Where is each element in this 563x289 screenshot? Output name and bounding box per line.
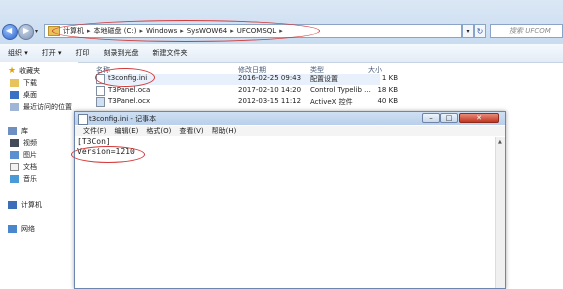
network-icon [8, 225, 17, 233]
new-folder-button[interactable]: 新建文件夹 [153, 48, 188, 58]
sidebar-label: 下载 [23, 79, 37, 87]
notepad-icon [78, 114, 88, 125]
desktop-icon [10, 91, 19, 99]
computer-icon [8, 201, 17, 209]
maximize-button[interactable]: □ [440, 113, 458, 123]
scroll-up-icon[interactable]: ▲ [498, 139, 502, 145]
sidebar-item-desktop[interactable]: 桌面 [10, 90, 37, 100]
text-line-section: [T3Con] [77, 137, 111, 146]
search-input[interactable]: 搜索 UFCOM [490, 24, 563, 38]
sidebar-item-music[interactable]: 音乐 [10, 174, 37, 184]
navigation-pane: ★ 收藏夹 下载 桌面 最近访问的位置 库 视频 图片 文档 音乐 计算机 网络 [0, 62, 78, 287]
file-type: ActiveX 控件 [310, 98, 353, 106]
sidebar-item-computer[interactable]: 计算机 [8, 200, 42, 210]
menu-view[interactable]: 查看(V) [179, 126, 203, 136]
refresh-button[interactable]: ↻ [474, 24, 486, 38]
sidebar-label: 库 [21, 127, 28, 135]
file-type: Control Typelib ... [310, 86, 371, 94]
sidebar-label: 计算机 [21, 201, 42, 209]
file-size: 40 KB [377, 97, 398, 105]
file-name: T3Panel.oca [108, 86, 151, 94]
forward-arrow-icon: ▶ [23, 26, 30, 35]
print-button[interactable]: 打印 [76, 48, 90, 58]
menu-file[interactable]: 文件(F) [83, 126, 107, 136]
document-icon [10, 163, 19, 171]
notepad-text-area[interactable]: [T3Con] Version=1210 [75, 137, 497, 288]
notepad-title: t3config.ini - 记事本 [89, 115, 157, 123]
forward-button[interactable]: ▶ [18, 24, 34, 40]
sidebar-item-downloads[interactable]: 下载 [10, 78, 37, 88]
menu-edit[interactable]: 编辑(E) [115, 126, 139, 136]
sidebar-label: 视频 [23, 139, 37, 147]
sidebar-item-videos[interactable]: 视频 [10, 138, 37, 148]
sidebar-item-favorites[interactable]: ★ 收藏夹 [8, 66, 40, 76]
burn-button[interactable]: 刻录到光盘 [104, 48, 139, 58]
oca-file-icon [96, 86, 105, 96]
recent-pages-dropdown[interactable]: ▾ [35, 28, 38, 35]
file-name: T3Panel.ocx [108, 97, 151, 105]
menu-help[interactable]: 帮助(H) [212, 126, 237, 136]
back-button[interactable]: ◀ [2, 24, 18, 40]
menu-format[interactable]: 格式(O) [146, 126, 171, 136]
sidebar-label: 网络 [21, 225, 35, 233]
minimize-button[interactable]: – [422, 113, 440, 123]
vertical-scrollbar[interactable]: ▲ [495, 137, 505, 288]
notepad-titlebar[interactable]: t3config.ini - 记事本 – □ ✕ [75, 112, 505, 125]
star-icon: ★ [8, 66, 17, 76]
sidebar-label: 文档 [23, 163, 37, 171]
address-annotation-ellipse [52, 20, 320, 42]
file-annotation-ellipse [95, 68, 155, 87]
picture-icon [10, 151, 19, 159]
video-icon [10, 139, 19, 147]
command-bar: 组织 ▾ 打开 ▾ 打印 刻录到光盘 新建文件夹 [0, 44, 563, 63]
sidebar-label: 桌面 [23, 91, 37, 99]
file-date: 2016-02-25 09:43 [238, 74, 302, 82]
file-date: 2012-03-15 11:12 [238, 97, 302, 105]
file-size: 1 KB [381, 74, 398, 82]
sidebar-label: 最近访问的位置 [23, 103, 72, 111]
open-button[interactable]: 打开 ▾ [42, 48, 62, 58]
sidebar-label: 图片 [23, 151, 37, 159]
organize-button[interactable]: 组织 ▾ [8, 48, 28, 58]
recent-places-icon [10, 103, 19, 111]
notepad-window[interactable]: t3config.ini - 记事本 – □ ✕ 文件(F) 编辑(E) 格式(… [74, 111, 506, 289]
address-dropdown-button[interactable]: ▾ [462, 24, 474, 38]
file-size: 18 KB [377, 86, 398, 94]
table-row[interactable]: T3Panel.oca 2017-02-10 14:20 Control Typ… [96, 86, 398, 97]
sidebar-label: 音乐 [23, 175, 37, 183]
sidebar-item-pictures[interactable]: 图片 [10, 150, 37, 160]
sidebar-item-libraries[interactable]: 库 [8, 126, 28, 136]
close-button[interactable]: ✕ [459, 113, 499, 123]
ocx-file-icon [96, 97, 105, 107]
version-annotation-ellipse [71, 146, 145, 163]
file-date: 2017-02-10 14:20 [238, 86, 302, 94]
back-arrow-icon: ◀ [6, 26, 13, 35]
notepad-menubar: 文件(F) 编辑(E) 格式(O) 查看(V) 帮助(H) [75, 126, 505, 136]
table-row[interactable]: T3Panel.ocx 2012-03-15 11:12 ActiveX 控件 … [96, 97, 398, 108]
music-icon [10, 175, 19, 183]
sidebar-item-network[interactable]: 网络 [8, 224, 35, 234]
sidebar-item-recent[interactable]: 最近访问的位置 [10, 102, 72, 112]
download-folder-icon [10, 79, 19, 87]
file-type: 配置设置 [310, 75, 338, 83]
library-icon [8, 127, 17, 135]
sidebar-label: 收藏夹 [19, 67, 41, 75]
sidebar-item-documents[interactable]: 文档 [10, 162, 37, 172]
